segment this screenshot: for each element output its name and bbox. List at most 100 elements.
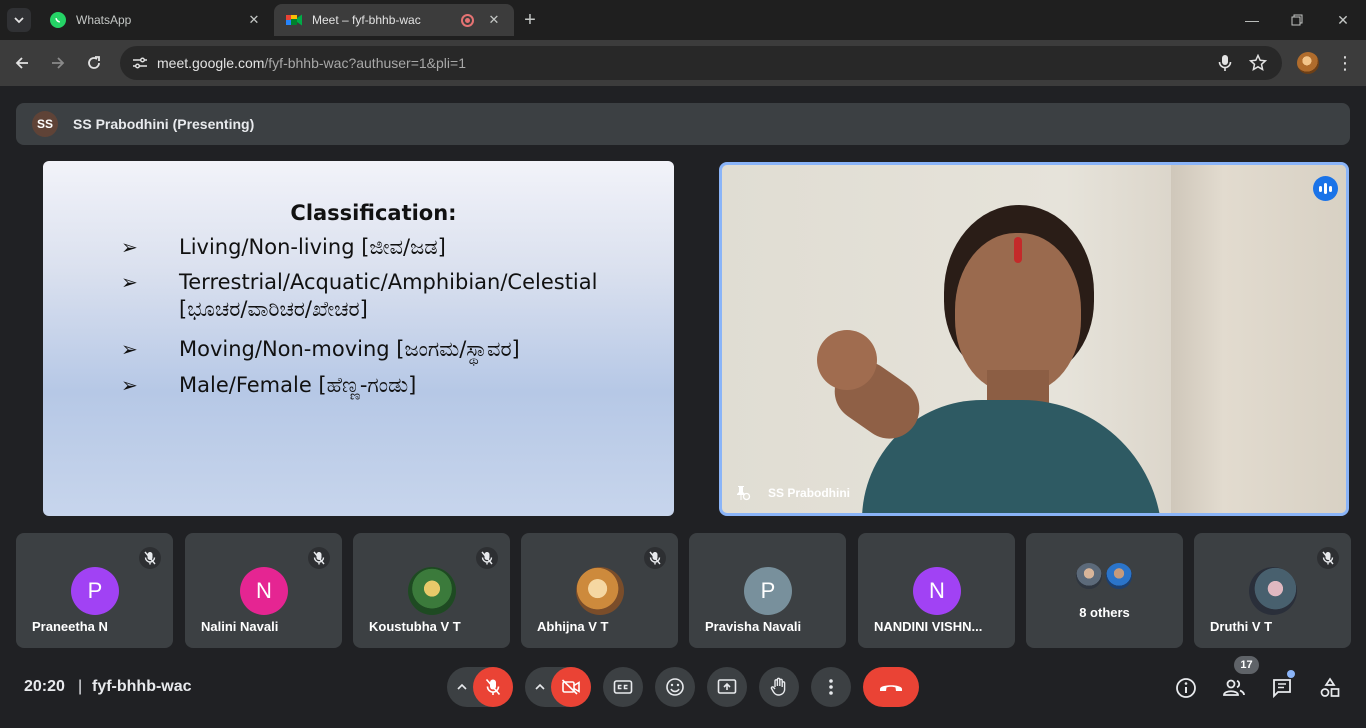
participant-name: Koustubha V T <box>369 619 461 634</box>
close-tab-icon[interactable]: ✕ <box>486 12 502 28</box>
participant-name: NANDINI VISHN... <box>874 619 983 634</box>
avatar: P <box>744 567 792 615</box>
others-tile[interactable]: 8 others <box>1026 533 1183 648</box>
mic-off-icon <box>308 547 330 569</box>
tab-title: WhatsApp <box>76 13 132 27</box>
participant-name: 8 others <box>1079 605 1130 620</box>
participant-name: Druthi V T <box>1210 619 1273 634</box>
mic-off-icon <box>139 547 161 569</box>
avatar <box>408 567 456 615</box>
hang-up-icon <box>880 685 902 691</box>
whatsapp-icon <box>50 12 66 28</box>
mic-off-icon <box>476 547 498 569</box>
mic-off-icon <box>644 547 666 569</box>
speaker-video-tile[interactable]: SS Prabodhini <box>719 162 1349 516</box>
avatar <box>1249 567 1297 615</box>
slide-bullet: ➢ Moving/Non-moving [ಜಂಗಮ/ಸ್ಥಾವರ] <box>121 337 520 361</box>
hand-icon <box>770 677 786 696</box>
avatar: P <box>71 567 119 615</box>
microphone-icon[interactable] <box>1215 53 1235 73</box>
close-tab-icon[interactable]: ✕ <box>246 12 262 28</box>
speaker-name-label: SS Prabodhini <box>732 483 850 503</box>
video-settings-chevron[interactable] <box>527 667 553 707</box>
browser-toolbar: meet.google.com/fyf-bhhb-wac?authuser=1&… <box>0 40 1366 86</box>
restore-icon[interactable] <box>1286 9 1308 31</box>
chevron-down-icon <box>14 17 24 24</box>
bookmark-star-icon[interactable] <box>1248 53 1268 73</box>
bullet-arrow-icon: ➢ <box>121 270 138 294</box>
presenting-banner: SS SS Prabodhini (Presenting) <box>16 103 1350 145</box>
tab-whatsapp[interactable]: WhatsApp ✕ <box>38 4 274 36</box>
raise-hand-button[interactable] <box>759 667 799 707</box>
slide-title: Classification: <box>290 201 457 225</box>
participant-tile[interactable]: Druthi V T <box>1194 533 1351 648</box>
pin-icon[interactable] <box>732 483 752 503</box>
minimize-icon[interactable]: — <box>1241 9 1263 31</box>
tab-search-button[interactable] <box>7 8 31 32</box>
chat-icon[interactable] <box>1270 676 1294 700</box>
participant-tile[interactable]: N Nalini Navali <box>185 533 342 648</box>
bullet-arrow-icon: ➢ <box>121 337 138 361</box>
avatar: SS <box>32 111 58 137</box>
avatar: N <box>913 567 961 615</box>
participant-tile[interactable]: Abhijna V T <box>521 533 678 648</box>
camera-toggle-button[interactable] <box>551 667 591 707</box>
participant-name: Abhijna V T <box>537 619 609 634</box>
shared-slide: Classification: ➢ Living/Non-living [ಜೀವ… <box>43 161 674 516</box>
browser-tab-strip: WhatsApp ✕ Meet – fyf-bhhb-wac ✕ + — ✕ <box>0 0 1366 40</box>
tab-title: Meet – fyf-bhhb-wac <box>312 13 421 27</box>
meeting-details-icon[interactable] <box>1174 676 1198 700</box>
speaking-indicator-icon <box>1313 176 1338 201</box>
present-icon <box>717 679 737 694</box>
avatar: N <box>240 567 288 615</box>
close-window-icon[interactable]: ✕ <box>1332 9 1354 31</box>
slide-bullet: ➢ Male/Female [ಹೆಣ್ಣ-ಗಂಡು] <box>121 373 417 397</box>
avatar <box>576 567 624 615</box>
presenting-label: SS Prabodhini (Presenting) <box>73 116 255 132</box>
camera-off-icon <box>561 679 580 695</box>
reload-icon[interactable] <box>82 51 106 75</box>
closed-captions-icon <box>613 680 633 694</box>
present-screen-button[interactable] <box>707 667 747 707</box>
audio-settings-chevron[interactable] <box>449 667 475 707</box>
new-tab-button[interactable]: + <box>519 9 541 31</box>
participant-name: Praneetha N <box>32 619 108 634</box>
participant-name: Pravisha Navali <box>705 619 802 634</box>
google-meet-icon <box>286 12 302 28</box>
url-text: meet.google.com/fyf-bhhb-wac?authuser=1&… <box>157 55 466 71</box>
participant-count-badge: 17 <box>1234 656 1259 674</box>
more-options-button[interactable] <box>811 667 851 707</box>
forward-arrow-icon[interactable] <box>46 51 70 75</box>
slide-bullet: ➢ Terrestrial/Acquatic/Amphibian/Celesti… <box>121 270 598 321</box>
activities-icon[interactable] <box>1318 676 1342 700</box>
mic-off-icon <box>1317 547 1339 569</box>
back-arrow-icon[interactable] <box>10 51 34 75</box>
people-icon[interactable] <box>1222 676 1246 700</box>
meeting-code: fyf-bhhb-wac <box>92 678 192 695</box>
profile-avatar[interactable] <box>1297 52 1319 74</box>
slide-bullet: ➢ Living/Non-living [ಜೀವ/ಜಡ] <box>121 235 446 259</box>
participant-tile[interactable]: N NANDINI VISHN... <box>858 533 1015 648</box>
microphone-toggle-button[interactable] <box>473 667 513 707</box>
separator: | <box>78 678 83 695</box>
video-background <box>1171 165 1346 513</box>
leave-call-button[interactable] <box>863 667 919 707</box>
bullet-arrow-icon: ➢ <box>121 235 138 259</box>
meeting-clock: 20:20 <box>24 678 65 695</box>
more-vert-icon <box>829 679 833 695</box>
participant-tile[interactable]: Koustubha V T <box>353 533 510 648</box>
avatar <box>1104 561 1134 591</box>
chat-notification-dot <box>1287 670 1295 678</box>
emoji-icon <box>666 678 684 696</box>
captions-button[interactable] <box>603 667 643 707</box>
bullet-arrow-icon: ➢ <box>121 373 138 397</box>
address-bar[interactable]: meet.google.com/fyf-bhhb-wac?authuser=1&… <box>120 46 1282 80</box>
participant-tile[interactable]: P Praneetha N <box>16 533 173 648</box>
reactions-button[interactable] <box>655 667 695 707</box>
site-settings-icon[interactable] <box>128 51 152 75</box>
avatar <box>1074 561 1104 591</box>
mic-off-icon <box>485 678 501 696</box>
participant-tile[interactable]: P Pravisha Navali <box>689 533 846 648</box>
tab-google-meet[interactable]: Meet – fyf-bhhb-wac ✕ <box>274 4 514 36</box>
browser-menu-icon[interactable]: ⋮ <box>1335 52 1355 74</box>
